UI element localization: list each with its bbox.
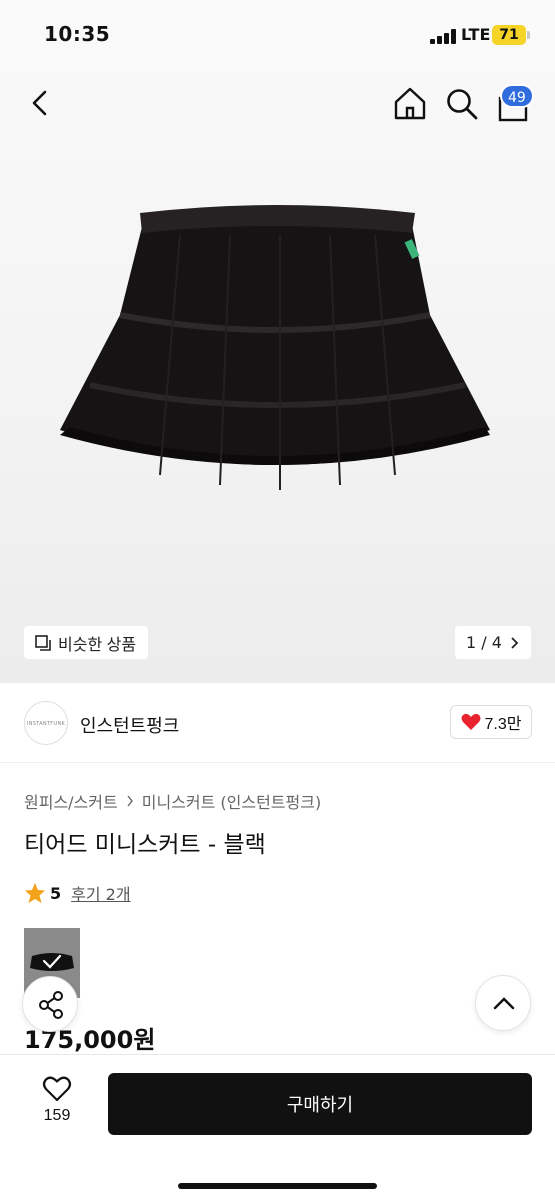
breadcrumb: 원피스/스커트 미니스커트 (인스턴트펑크)	[24, 789, 321, 813]
signal-icon	[430, 29, 456, 44]
review-count-link[interactable]: 후기 2개	[71, 881, 130, 905]
network-label: LTE	[461, 25, 491, 44]
rating-row[interactable]: 5 후기 2개	[24, 881, 131, 905]
breadcrumb-category[interactable]: 원피스/스커트	[24, 789, 118, 813]
shop-name[interactable]: 인스턴트펑크	[80, 712, 179, 738]
wishlist-button[interactable]: 159	[24, 1075, 90, 1141]
shop-row[interactable]: INSTANTFUNK 인스턴트펑크 7.3만	[0, 683, 555, 763]
product-title: 티어드 미니스커트 - 블랙	[24, 832, 266, 858]
share-icon	[39, 991, 63, 1019]
chevron-right-icon	[127, 795, 133, 807]
similar-products-button[interactable]: 비슷한 상품	[24, 626, 149, 659]
star-icon	[25, 883, 45, 903]
image-pager[interactable]: 1 / 4	[455, 626, 531, 659]
chevron-right-icon	[511, 636, 519, 649]
scroll-to-top-button[interactable]	[475, 975, 531, 1031]
similar-icon	[35, 634, 51, 651]
product-image-area[interactable]: 10:35 LTE 71 49 비슷한 상품 1 / 4	[0, 0, 555, 683]
search-icon	[447, 89, 478, 120]
home-icon	[394, 87, 426, 120]
similar-products-label: 비슷한 상품	[58, 636, 137, 654]
buy-button[interactable]: 구매하기	[108, 1073, 532, 1135]
home-indicator	[178, 1183, 377, 1189]
breadcrumb-subcategory[interactable]: 미니스커트 (인스턴트펑크)	[142, 789, 322, 813]
home-button[interactable]	[390, 84, 430, 124]
status-bar: 10:35 LTE 71	[0, 0, 555, 70]
chevron-left-icon	[32, 90, 47, 116]
status-time: 10:35	[44, 22, 111, 46]
heart-filled-icon	[461, 713, 481, 730]
battery-icon: 71	[492, 25, 526, 45]
shop-like-button[interactable]: 7.3만	[450, 705, 532, 739]
rating-score: 5	[50, 883, 62, 903]
battery-tip	[527, 31, 530, 39]
wishlist-count: 159	[43, 1107, 71, 1124]
bottom-action-bar: 159 구매하기	[0, 1054, 555, 1200]
product-image	[60, 205, 490, 490]
share-button[interactable]	[22, 976, 78, 1032]
back-button[interactable]	[24, 86, 58, 120]
chevron-up-icon	[493, 997, 515, 1010]
shop-logo[interactable]: INSTANTFUNK	[24, 701, 68, 745]
heart-outline-icon	[42, 1076, 72, 1102]
pager-text: 1 / 4	[466, 633, 502, 652]
shop-like-count: 7.3만	[484, 716, 522, 733]
search-button[interactable]	[442, 84, 482, 124]
cart-count-badge: 49	[500, 84, 534, 108]
